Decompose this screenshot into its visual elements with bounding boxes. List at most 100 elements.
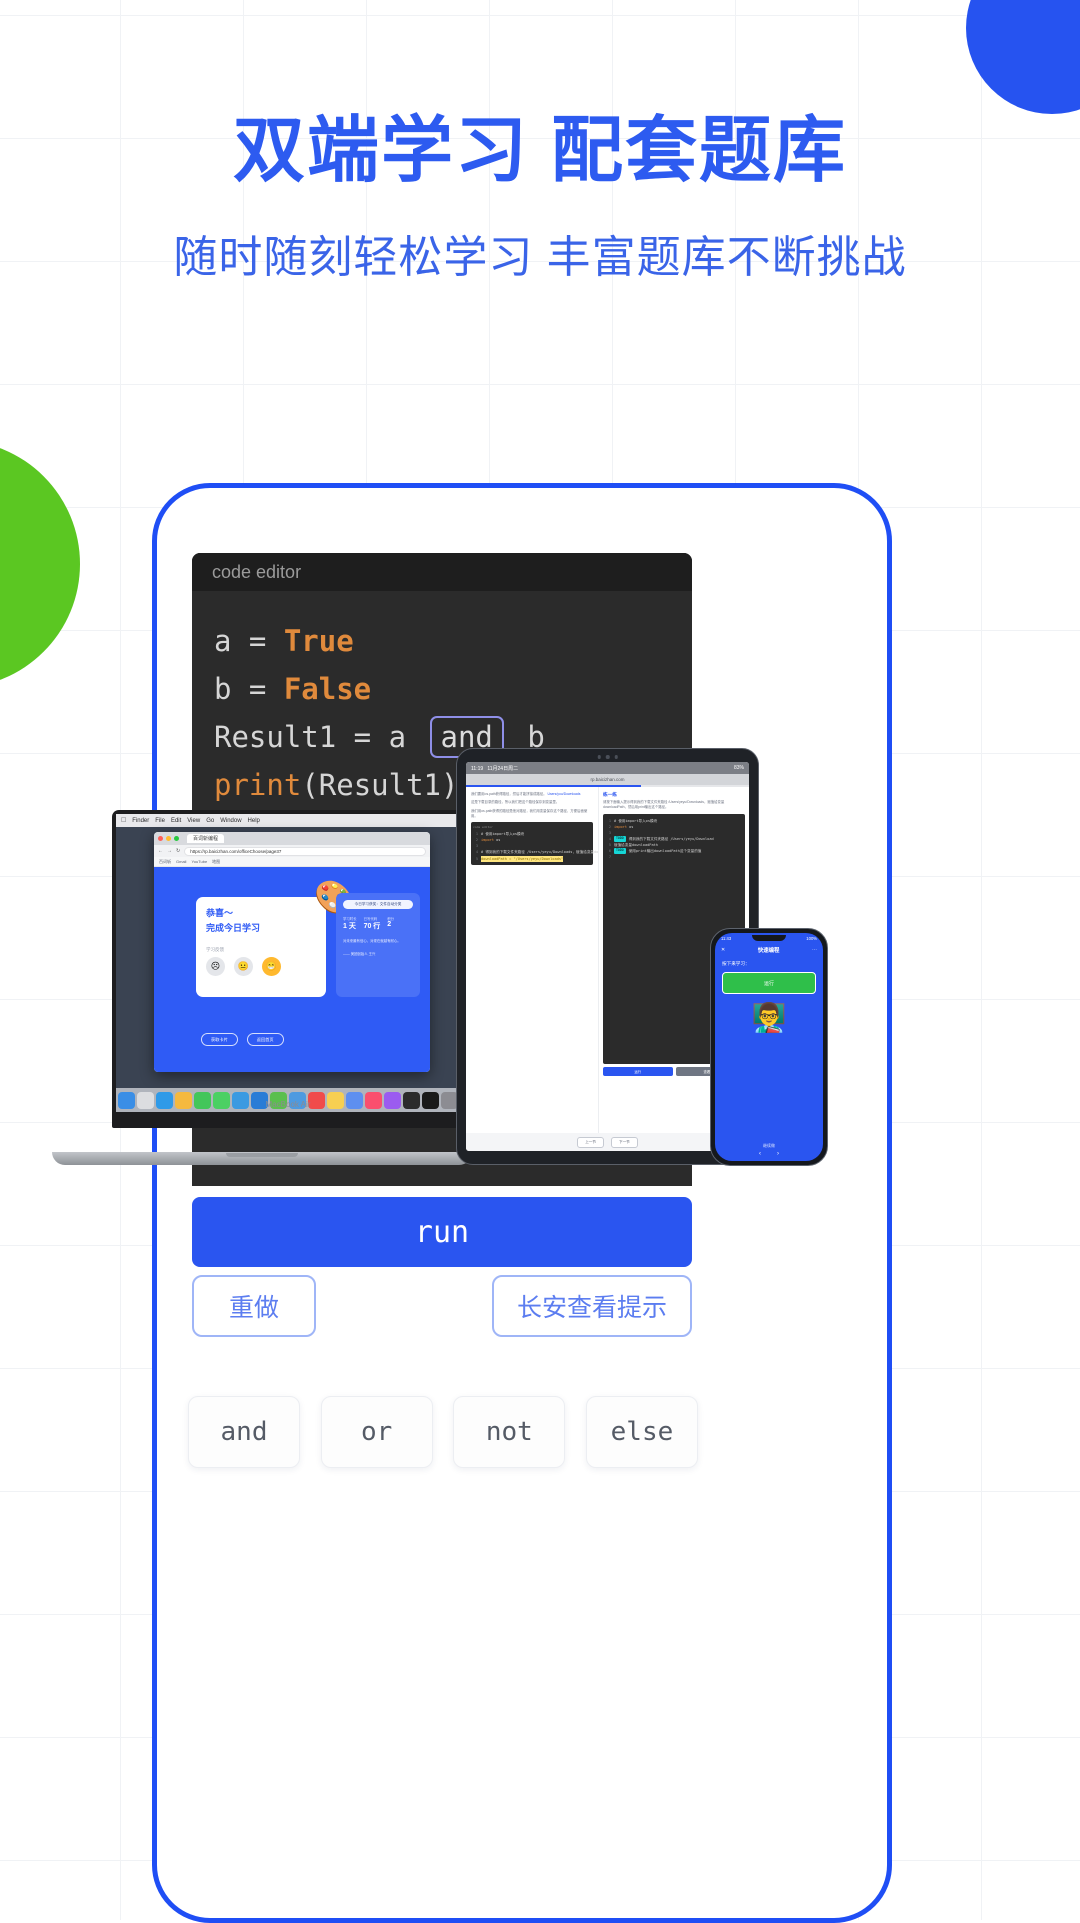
exercise-run-button[interactable]: 运行: [603, 1066, 673, 1076]
code-text: Result1 = a: [214, 720, 424, 754]
code-text: b =: [214, 672, 284, 706]
menu-item-edit[interactable]: Edit: [171, 818, 181, 824]
token-button-and[interactable]: and: [188, 1396, 300, 1468]
home-button[interactable]: 返回首页: [246, 1033, 284, 1046]
stat-value: 70 行: [363, 923, 381, 930]
menu-item-finder[interactable]: Finder: [132, 818, 149, 824]
browser-tab[interactable]: 百词斩编程: [187, 834, 225, 843]
prev-lesson-button[interactable]: 上一节: [577, 1136, 604, 1148]
phone-battery: 100%: [806, 936, 817, 941]
lesson-text-1: 我们要用os.path获得路径，然后才能拼接成路径。: [471, 792, 547, 796]
token-button-not[interactable]: not: [453, 1396, 566, 1468]
tablet-statusbar: 11:19 11月24日周二 83%: [466, 762, 749, 774]
code-editor-titlebar: code editor: [192, 553, 692, 591]
congrats-card: 恭喜～ 完成今日学习 学习反馈 ☹ 😐 😁: [196, 897, 326, 997]
redo-button[interactable]: 重做: [192, 1275, 316, 1337]
tablet-battery: 83%: [733, 765, 744, 771]
macbook-screen:  Finder File Edit View Go Window Help 百…: [116, 814, 460, 1112]
page-subtitle: 随时随刻轻松学习 丰富题库不断挑战: [173, 233, 907, 283]
code-line: 5 downloadPath = "/Users/yeyu/Downloads": [473, 855, 591, 862]
phone-question-text: 按下来学习：: [722, 961, 750, 966]
token-button-or[interactable]: or: [320, 1396, 433, 1468]
lesson-code-title: code editor: [473, 825, 493, 830]
happy-face-icon[interactable]: 😁: [262, 957, 281, 976]
bookmark-1[interactable]: Gmail: [176, 859, 186, 864]
lesson-code-sample: code editor 1 # 使用import导入os模块 2 import os 3…: [471, 822, 598, 865]
menu-item-help[interactable]: Help: [248, 818, 260, 824]
feedback-faces: ☹ 😐 😁: [206, 957, 316, 976]
code-text: downloadPath = "/Users/yeyu/Downloads": [481, 855, 564, 862]
bookmark-0[interactable]: 百词斩: [159, 859, 171, 865]
student-desk-icon: 👨‍🏫: [751, 1002, 787, 1033]
browser-urlbar: ← → ↻ https://rp.baicizhan.com/officeCho…: [154, 845, 430, 857]
reload-icon[interactable]: ↻: [176, 848, 180, 854]
sad-face-icon[interactable]: ☹: [206, 957, 225, 976]
bookmark-2[interactable]: YouTube: [191, 859, 207, 864]
stat-item: 已写代码 70 行: [364, 916, 381, 931]
line-number: 5: [475, 856, 478, 861]
lesson-paragraph-1: 我们要用os.path获得路径，然后才能拼接成路径。 Users/you/Dow…: [471, 792, 593, 797]
lesson-paragraph-2: 这是下载目录的路径，所以我们把这个路径保存到变量里。: [471, 800, 560, 805]
macbook-trackpad-notch: [226, 1153, 298, 1157]
code-keyword: import: [481, 838, 494, 843]
browser-window: 百词斩编程 ← → ↻ https://rp.baicizhan.com/off…: [154, 832, 430, 1072]
page-title: 双端学习 配套题库: [232, 111, 847, 191]
more-icon[interactable]: ⋯: [812, 947, 817, 953]
code-text: a =: [214, 624, 284, 658]
menu-item-window[interactable]: Window: [220, 818, 241, 824]
code-text: (Result1): [301, 768, 459, 802]
lesson-complete-page: 恭喜～ 完成今日学习 学习反馈 ☹ 😐 😁 🎨 今日学习获奖：文件自动分类 学习…: [154, 867, 430, 1072]
tablet-urlbar[interactable]: rp.baicizhan.com: [466, 774, 749, 785]
apple-icon: : [121, 817, 126, 824]
minimize-icon[interactable]: [166, 836, 171, 841]
url-input[interactable]: https://rp.baicizhan.com/officeChoose/pa…: [184, 846, 426, 856]
maximize-icon[interactable]: [174, 836, 179, 841]
chevron-left-icon[interactable]: ‹: [759, 1151, 761, 1157]
code-keyword: True: [283, 624, 354, 658]
phone-question-area: 按下来学习： 运行 👨‍🏫: [715, 956, 823, 1139]
get-card-button[interactable]: 获取卡片: [201, 1033, 238, 1046]
tablet-screen: 11:19 11月24日周二 83% rp.baicizhan.com 我们要用…: [466, 762, 749, 1151]
code-text: 使用print输出downloadPath这个变量的值: [628, 849, 702, 854]
macbook-mockup:  Finder File Edit View Go Window Help 百…: [52, 810, 472, 1165]
run-button[interactable]: run: [192, 1197, 692, 1267]
back-icon[interactable]: ←: [158, 848, 163, 854]
close-icon[interactable]: [158, 836, 163, 841]
phone-notch: [752, 935, 786, 941]
bookmark-3[interactable]: 地图: [212, 859, 220, 865]
lesson-link[interactable]: Users/you/Downloads: [548, 792, 581, 796]
menu-item-go[interactable]: Go: [206, 818, 214, 824]
congrats-line-2: 完成今日学习: [206, 923, 261, 933]
close-icon[interactable]: ✕: [721, 947, 725, 953]
congrats-line-1: 恭喜～: [206, 908, 234, 918]
forward-icon[interactable]: →: [167, 848, 172, 854]
stat-value: 2: [387, 921, 392, 928]
code-line: b = False: [214, 665, 670, 713]
phone-answer-button[interactable]: 运行: [722, 972, 816, 994]
code-text: import os: [614, 824, 634, 829]
neutral-face-icon[interactable]: 😐: [234, 957, 253, 976]
next-lesson-button[interactable]: 下一节: [611, 1136, 638, 1148]
quote-line-2: —— 美团创始人 王兴: [343, 952, 376, 957]
hint-button[interactable]: 长安查看提示: [492, 1275, 692, 1337]
tablet-time: 11:19: [471, 765, 484, 772]
browser-titlebar: 百词斩编程: [154, 832, 430, 845]
token-button-else[interactable]: else: [585, 1396, 698, 1468]
chevron-right-icon[interactable]: ›: [777, 1151, 779, 1157]
phone-mockup: 11:43 100% ✕ 快速编程 ⋯ 按下来学习： 运行 👨‍🏫 继续做 ‹ …: [710, 928, 828, 1166]
stat-item: 积分 2: [387, 916, 394, 931]
stats-card: 今日学习获奖：文件自动分类 学习时长 1 天 已写代码 70 行 积分 2 对未…: [336, 893, 420, 997]
token-palette: and or not else: [188, 1396, 698, 1468]
tablet-camera-icon: [597, 755, 618, 759]
mac-menubar:  Finder File Edit View Go Window Help: [116, 814, 460, 827]
feedback-label: 学习反馈: [206, 947, 224, 952]
phone-time: 11:43: [721, 936, 732, 941]
code-line: a = True: [214, 617, 670, 665]
menu-item-file[interactable]: File: [155, 818, 165, 824]
menu-item-view[interactable]: View: [187, 818, 200, 824]
tablet-footer-nav: 上一节 下一节: [466, 1133, 749, 1151]
phone-footer: 继续做 ‹ ›: [715, 1139, 823, 1161]
macbook-lid:  Finder File Edit View Go Window Help 百…: [112, 810, 464, 1128]
phone-navbar: ✕ 快速编程 ⋯: [715, 944, 823, 956]
macbook-base: [52, 1152, 472, 1165]
